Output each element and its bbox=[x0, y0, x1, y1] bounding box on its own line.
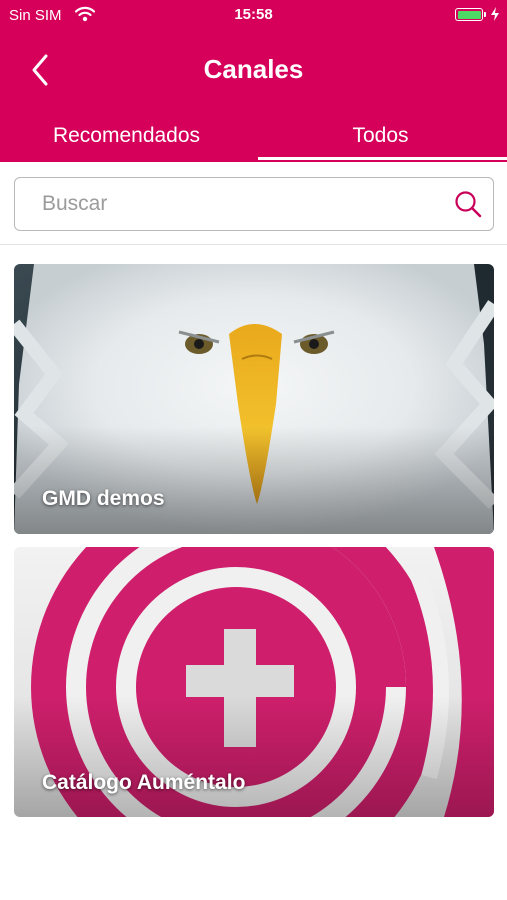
header: Sin SIM 15:58 Canales Recomendados Todos bbox=[0, 0, 507, 162]
channel-name: Catálogo Auméntalo bbox=[42, 771, 246, 794]
channel-name: GMD demos bbox=[42, 487, 165, 510]
search-input[interactable] bbox=[15, 178, 435, 229]
tab-bar: Recomendados Todos bbox=[0, 112, 507, 162]
status-bar: Sin SIM 15:58 bbox=[0, 0, 507, 30]
tab-todos[interactable]: Todos bbox=[254, 112, 507, 162]
nav-bar: Canales bbox=[0, 40, 507, 100]
search-box bbox=[14, 177, 494, 231]
page-title: Canales bbox=[203, 54, 304, 84]
clock: 15:58 bbox=[234, 6, 273, 23]
battery-tip bbox=[484, 12, 486, 17]
search-icon[interactable] bbox=[453, 189, 483, 219]
channel-card-gmd-demos[interactable]: GMD demos bbox=[14, 264, 494, 534]
tab-indicator bbox=[258, 157, 507, 160]
charging-icon bbox=[491, 7, 499, 21]
channel-card-catalogo-aumentalo[interactable]: Catálogo Auméntalo bbox=[14, 547, 494, 817]
divider bbox=[0, 244, 507, 245]
tab-recomendados[interactable]: Recomendados bbox=[0, 112, 253, 162]
battery-icon bbox=[455, 8, 483, 21]
